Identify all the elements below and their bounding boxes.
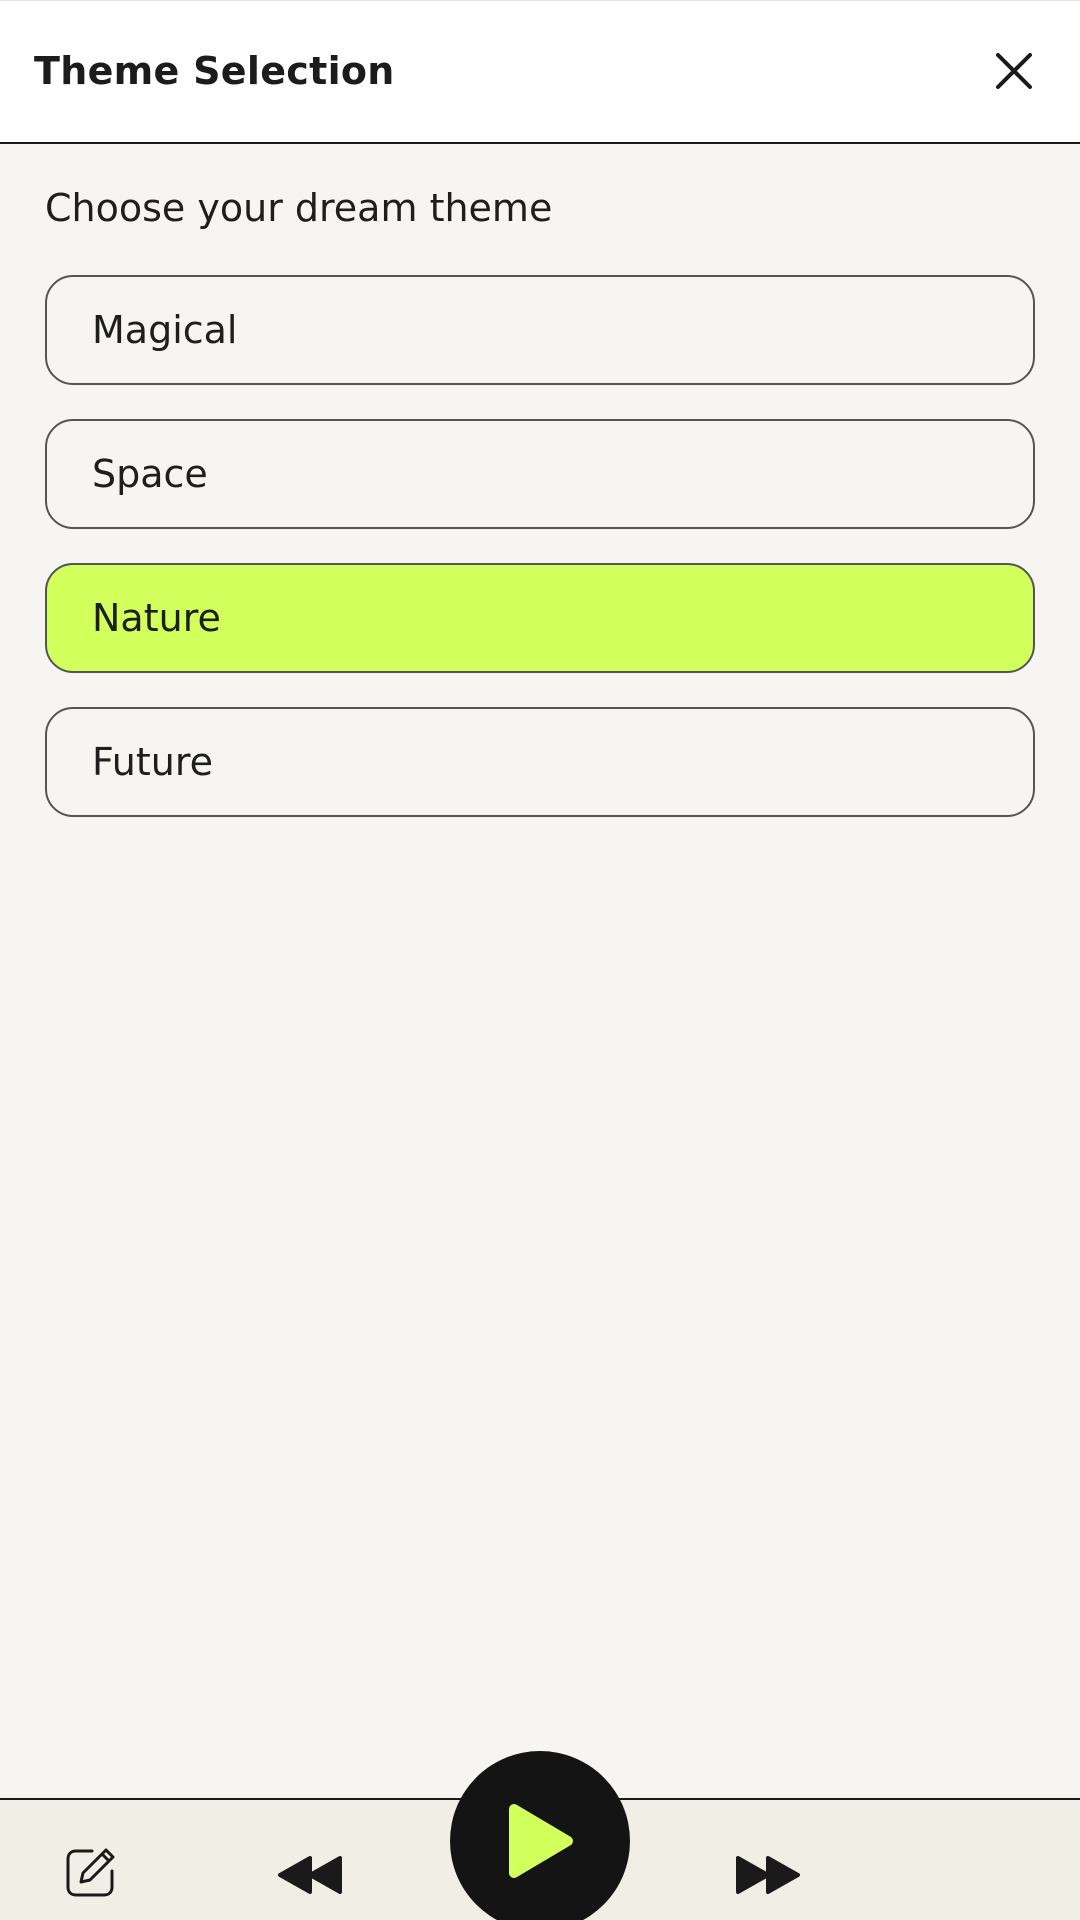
theme-options: Magical Space Nature Future [45,275,1035,851]
edit-icon [66,1848,115,1897]
fast-forward-icon [736,1856,800,1894]
edit-button[interactable] [62,1845,118,1901]
rewind-button[interactable] [276,1854,344,1896]
theme-option-magical[interactable]: Magical [45,275,1035,385]
theme-option-space[interactable]: Space [45,419,1035,529]
close-icon [996,53,1032,89]
option-label: Magical [92,308,238,352]
rewind-icon [278,1856,342,1894]
play-icon [509,1804,573,1878]
subtitle: Choose your dream theme [45,186,553,230]
option-label: Nature [92,596,221,640]
theme-option-future[interactable]: Future [45,707,1035,817]
close-button[interactable] [988,45,1040,97]
option-label: Space [92,452,208,496]
fast-forward-button[interactable] [734,1854,802,1896]
play-button[interactable] [450,1751,630,1920]
option-label: Future [92,740,214,784]
theme-selection-screen: Theme Selection Choose your dream theme … [0,0,1080,1920]
theme-option-nature[interactable]: Nature [45,563,1035,673]
page-title: Theme Selection [34,49,395,93]
header: Theme Selection [0,0,1080,144]
